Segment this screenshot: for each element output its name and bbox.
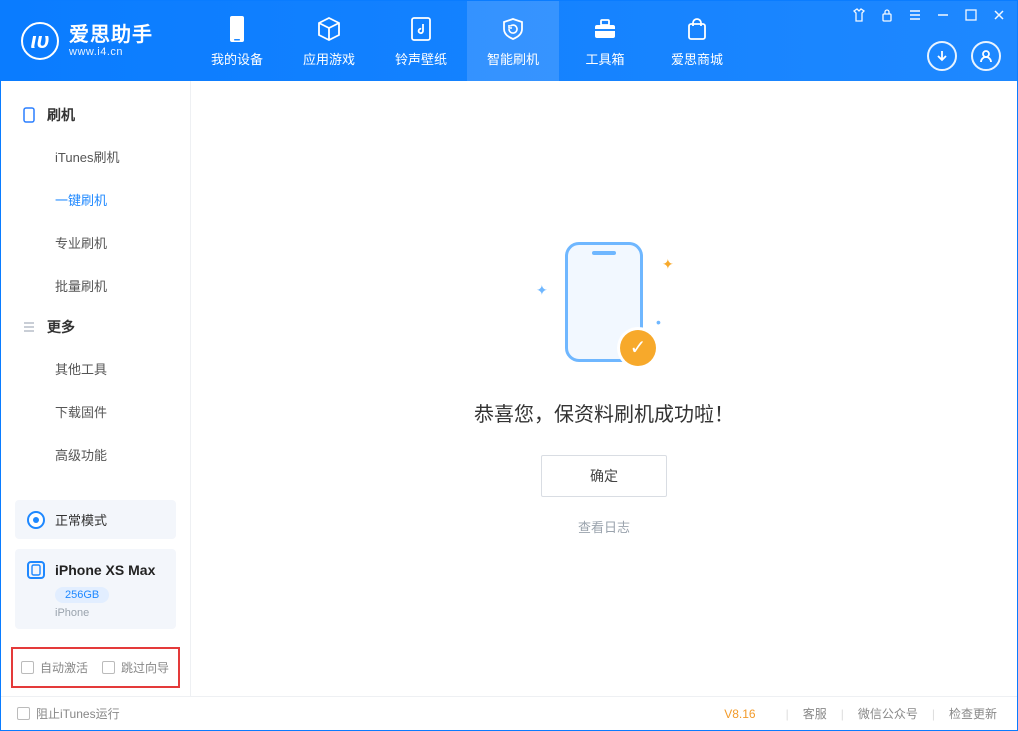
device-type: iPhone bbox=[55, 607, 164, 619]
close-button[interactable] bbox=[991, 7, 1007, 23]
maximize-button[interactable] bbox=[963, 7, 979, 23]
logo-icon: ιυ bbox=[21, 22, 59, 60]
toolbox-icon bbox=[591, 15, 619, 43]
lock-icon[interactable] bbox=[879, 7, 895, 23]
shirt-icon[interactable] bbox=[851, 7, 867, 23]
footer: 阻止iTunes运行 V8.16 | 客服 | 微信公众号 | 检查更新 bbox=[1, 696, 1017, 730]
phone-icon bbox=[21, 107, 37, 123]
top-nav: 我的设备 应用游戏 铃声壁纸 智能刷机 工具箱 爱思商城 bbox=[191, 1, 743, 81]
nav-toolbox[interactable]: 工具箱 bbox=[559, 1, 651, 81]
sidebar-group-title: 刷机 bbox=[47, 105, 75, 125]
sidebar-item-other-tools[interactable]: 其他工具 bbox=[1, 347, 190, 390]
nav-ringtone-wallpaper[interactable]: 铃声壁纸 bbox=[375, 1, 467, 81]
device-icon bbox=[223, 15, 251, 43]
body: 刷机 iTunes刷机 一键刷机 专业刷机 批量刷机 更多 其他工具 下载固件 … bbox=[1, 81, 1017, 696]
sidebar-item-onekey-flash[interactable]: 一键刷机 bbox=[1, 178, 190, 221]
sidebar-item-itunes-flash[interactable]: iTunes刷机 bbox=[1, 135, 190, 178]
sidebar-item-batch-flash[interactable]: 批量刷机 bbox=[1, 264, 190, 307]
separator: | bbox=[841, 707, 844, 721]
sidebar-scroll: 刷机 iTunes刷机 一键刷机 专业刷机 批量刷机 更多 其他工具 下载固件 … bbox=[1, 81, 190, 494]
success-message: 恭喜您，保资料刷机成功啦！ bbox=[474, 398, 734, 427]
device-name: iPhone XS Max bbox=[55, 562, 155, 578]
app-subtitle: www.i4.cn bbox=[69, 46, 153, 58]
user-button[interactable] bbox=[971, 41, 1001, 71]
footer-link-check-update[interactable]: 检查更新 bbox=[945, 705, 1001, 722]
view-log-link[interactable]: 查看日志 bbox=[578, 517, 630, 536]
nav-label: 铃声壁纸 bbox=[395, 49, 447, 68]
footer-link-support[interactable]: 客服 bbox=[799, 705, 831, 722]
logo-text: 爱思助手 www.i4.cn bbox=[69, 24, 153, 58]
nav-apps-games[interactable]: 应用游戏 bbox=[283, 1, 375, 81]
phone-outline-icon bbox=[27, 561, 45, 579]
sidebar-group-title: 更多 bbox=[47, 317, 75, 337]
download-button[interactable] bbox=[927, 41, 957, 71]
separator: | bbox=[932, 707, 935, 721]
checkbox-icon bbox=[102, 661, 115, 674]
sparkle-icon: ✦ bbox=[536, 282, 546, 292]
mode-status-card[interactable]: 正常模式 bbox=[15, 500, 176, 539]
ok-button[interactable]: 确定 bbox=[541, 455, 667, 497]
device-row: iPhone XS Max bbox=[27, 561, 164, 579]
sidebar-group-more: 更多 bbox=[1, 307, 190, 347]
checkbox-auto-activate[interactable]: 自动激活 bbox=[21, 659, 88, 676]
app-window: ιυ 爱思助手 www.i4.cn 我的设备 应用游戏 铃声壁纸 智能刷机 bbox=[0, 0, 1018, 731]
sidebar-group-flash: 刷机 bbox=[1, 95, 190, 135]
cube-icon bbox=[315, 15, 343, 43]
nav-label: 应用游戏 bbox=[303, 49, 355, 68]
device-card[interactable]: iPhone XS Max 256GB iPhone bbox=[15, 549, 176, 629]
sidebar-item-pro-flash[interactable]: 专业刷机 bbox=[1, 221, 190, 264]
checkbox-icon bbox=[21, 661, 34, 674]
minimize-button[interactable] bbox=[935, 7, 951, 23]
separator: | bbox=[786, 707, 789, 721]
checkbox-label: 阻止iTunes运行 bbox=[36, 705, 120, 722]
sidebar-item-download-firmware[interactable]: 下载固件 bbox=[1, 390, 190, 433]
sidebar: 刷机 iTunes刷机 一键刷机 专业刷机 批量刷机 更多 其他工具 下载固件 … bbox=[1, 81, 191, 696]
nav-label: 智能刷机 bbox=[487, 49, 539, 68]
checkbox-label: 跳过向导 bbox=[121, 659, 169, 676]
device-capacity-badge: 256GB bbox=[55, 587, 109, 603]
mode-status-label: 正常模式 bbox=[55, 510, 107, 529]
nav-label: 工具箱 bbox=[585, 49, 624, 68]
nav-label: 我的设备 bbox=[211, 49, 263, 68]
version-label: V8.16 bbox=[724, 707, 755, 721]
bag-icon bbox=[683, 15, 711, 43]
logo-area: ιυ 爱思助手 www.i4.cn bbox=[1, 1, 191, 81]
music-file-icon bbox=[407, 15, 435, 43]
nav-smart-flash[interactable]: 智能刷机 bbox=[467, 1, 559, 81]
refresh-shield-icon bbox=[499, 15, 527, 43]
status-dot-icon bbox=[27, 511, 45, 529]
checkbox-label: 自动激活 bbox=[40, 659, 88, 676]
checkbox-skip-guide[interactable]: 跳过向导 bbox=[102, 659, 169, 676]
checkbox-block-itunes[interactable]: 阻止iTunes运行 bbox=[17, 705, 120, 722]
sidebar-item-advanced[interactable]: 高级功能 bbox=[1, 433, 190, 476]
main-content: ✦ ✦ • ✓ 恭喜您，保资料刷机成功啦！ 确定 查看日志 bbox=[191, 81, 1017, 696]
nav-label: 爱思商城 bbox=[671, 49, 723, 68]
highlighted-options-box: 自动激活 跳过向导 bbox=[11, 647, 180, 688]
sparkle-icon: • bbox=[656, 314, 666, 324]
nav-store[interactable]: 爱思商城 bbox=[651, 1, 743, 81]
sparkle-icon: ✦ bbox=[662, 256, 672, 266]
header-right-actions bbox=[927, 41, 1001, 71]
checkmark-badge-icon: ✓ bbox=[620, 330, 656, 366]
nav-my-device[interactable]: 我的设备 bbox=[191, 1, 283, 81]
window-controls bbox=[851, 7, 1007, 23]
menu-icon[interactable] bbox=[907, 7, 923, 23]
list-icon bbox=[21, 319, 37, 335]
checkbox-icon bbox=[17, 707, 30, 720]
footer-link-wechat[interactable]: 微信公众号 bbox=[854, 705, 922, 722]
success-illustration: ✦ ✦ • ✓ bbox=[524, 242, 684, 372]
titlebar: ιυ 爱思助手 www.i4.cn 我的设备 应用游戏 铃声壁纸 智能刷机 bbox=[1, 1, 1017, 81]
app-title: 爱思助手 bbox=[69, 24, 153, 46]
